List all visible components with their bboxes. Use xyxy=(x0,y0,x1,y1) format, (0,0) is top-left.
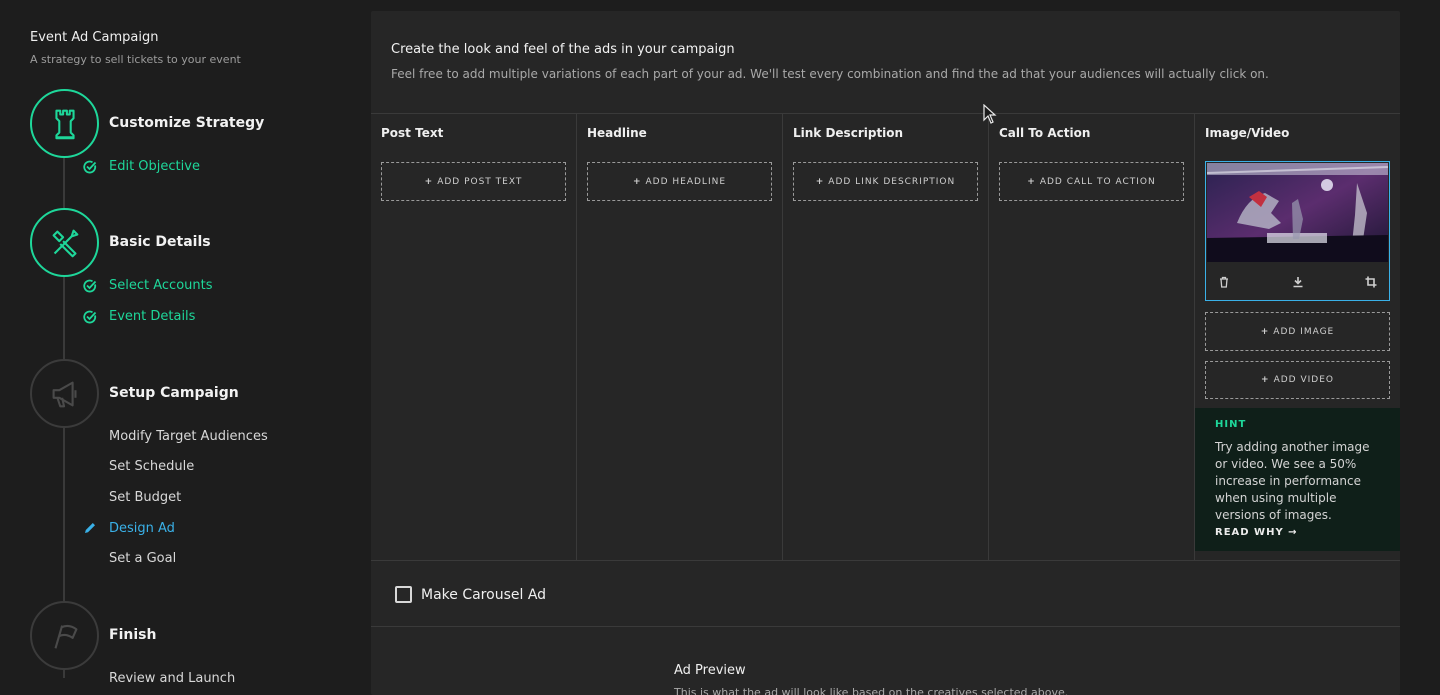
media-toolbar xyxy=(1206,270,1389,294)
add-button-label: ADD CALL TO ACTION xyxy=(1039,176,1156,187)
carousel-label: Make Carousel Ad xyxy=(421,586,547,603)
column-header: Call To Action xyxy=(999,126,1091,140)
add-button-label: ADD LINK DESCRIPTION xyxy=(828,176,956,187)
pencil-icon xyxy=(85,523,95,533)
add-image-button[interactable]: + ADD IMAGE xyxy=(1205,312,1390,351)
substep-set-schedule[interactable]: Set Schedule xyxy=(109,459,194,474)
creative-columns: Post Text + ADD POST TEXT Headline + ADD H… xyxy=(371,113,1400,561)
tools-icon xyxy=(30,208,99,277)
column-header: Link Description xyxy=(793,126,904,140)
plus-icon: + xyxy=(632,176,642,187)
add-button-label: ADD HEADLINE xyxy=(645,176,727,187)
concert-thumbnail[interactable] xyxy=(1207,163,1388,262)
check-circle-icon xyxy=(83,279,97,293)
substep-design-ad[interactable]: Design Ad xyxy=(109,521,175,536)
megaphone-icon xyxy=(30,359,99,428)
check-circle-icon xyxy=(83,310,97,324)
step-setup-campaign[interactable]: Setup Campaign xyxy=(109,385,239,401)
column-post-text: Post Text + ADD POST TEXT xyxy=(371,114,577,561)
step-finish[interactable]: Finish xyxy=(109,627,156,643)
rook-icon xyxy=(30,89,99,158)
media-card[interactable] xyxy=(1205,161,1390,301)
add-button-label: ADD VIDEO xyxy=(1273,375,1334,385)
plus-icon: + xyxy=(424,176,434,187)
add-link-description-button[interactable]: + ADD LINK DESCRIPTION xyxy=(793,162,978,201)
substep-select-accounts[interactable]: Select Accounts xyxy=(109,278,213,293)
make-carousel-toggle[interactable]: Make Carousel Ad xyxy=(395,586,546,603)
add-headline-button[interactable]: + ADD HEADLINE xyxy=(587,162,772,201)
plus-icon: + xyxy=(1261,375,1270,385)
add-video-button[interactable]: + ADD VIDEO xyxy=(1205,361,1390,399)
hint-text: Try adding another image or video. We se… xyxy=(1215,440,1370,522)
hint-box: HINT Try adding another image or video. … xyxy=(1195,408,1400,551)
substep-review-and-launch[interactable]: Review and Launch xyxy=(109,671,235,686)
flag-icon xyxy=(30,601,99,670)
column-header: Image/Video xyxy=(1205,126,1290,140)
plus-icon: + xyxy=(1027,176,1036,187)
column-call-to-action: Call To Action + ADD CALL TO ACTION xyxy=(989,114,1195,561)
campaign-subtitle: A strategy to sell tickets to your event xyxy=(30,53,241,66)
substep-event-details[interactable]: Event Details xyxy=(109,309,195,324)
design-ad-panel: Create the look and feel of the ads in y… xyxy=(371,11,1400,695)
substep-set-budget[interactable]: Set Budget xyxy=(109,490,181,505)
panel-subtitle: Feel free to add multiple variations of … xyxy=(391,67,1269,81)
substep-edit-objective[interactable]: Edit Objective xyxy=(109,159,200,174)
substep-set-a-goal[interactable]: Set a Goal xyxy=(109,551,176,566)
plus-icon: + xyxy=(815,176,825,187)
trash-icon[interactable] xyxy=(1218,276,1230,288)
column-link-description: Link Description + ADD LINK DESCRIPTION xyxy=(783,114,989,561)
crop-icon[interactable] xyxy=(1365,276,1377,288)
add-button-label: ADD POST TEXT xyxy=(437,176,523,187)
column-header: Headline xyxy=(587,126,647,140)
substep-modify-target-audiences[interactable]: Modify Target Audiences xyxy=(109,429,268,444)
mouse-cursor-icon xyxy=(983,104,997,124)
step-customize-strategy[interactable]: Customize Strategy xyxy=(109,115,264,131)
section-divider xyxy=(371,626,1400,627)
campaign-sidebar: Event Ad Campaign A strategy to sell tic… xyxy=(0,0,360,695)
carousel-checkbox[interactable] xyxy=(395,586,412,603)
read-why-link[interactable]: READ WHY → xyxy=(1215,527,1380,538)
download-icon[interactable] xyxy=(1292,276,1304,288)
column-header: Post Text xyxy=(381,126,444,140)
plus-icon: + xyxy=(1260,326,1270,337)
campaign-title: Event Ad Campaign xyxy=(30,30,159,45)
step-basic-details[interactable]: Basic Details xyxy=(109,234,211,250)
add-call-to-action-button[interactable]: + ADD CALL TO ACTION xyxy=(999,162,1184,201)
column-image-video: Image/Video + ADD IMAGE + ADD VIDEO HINT… xyxy=(1195,114,1400,561)
column-headline: Headline + ADD HEADLINE xyxy=(577,114,783,561)
panel-title: Create the look and feel of the ads in y… xyxy=(391,42,735,57)
ad-preview-title: Ad Preview xyxy=(674,663,746,678)
add-post-text-button[interactable]: + ADD POST TEXT xyxy=(381,162,566,201)
add-button-label: ADD IMAGE xyxy=(1273,326,1335,337)
check-circle-icon xyxy=(83,160,97,174)
hint-label: HINT xyxy=(1215,419,1247,430)
ad-preview-subtitle: This is what the ad will look like based… xyxy=(674,686,1069,695)
